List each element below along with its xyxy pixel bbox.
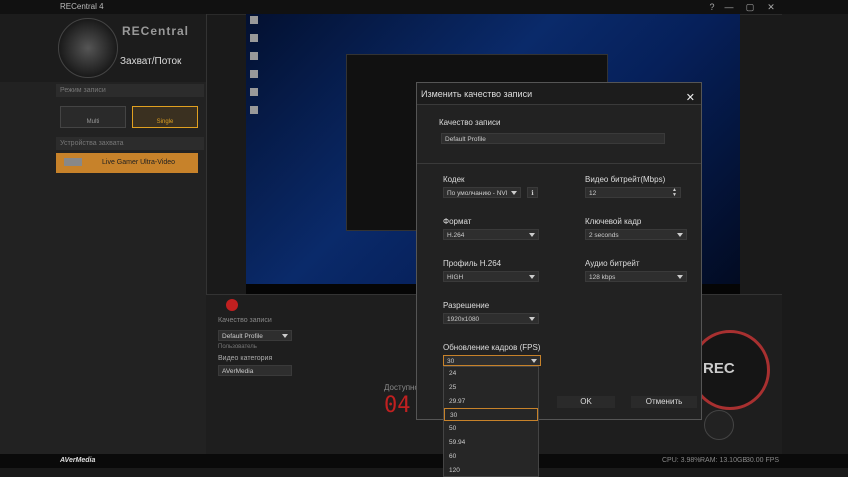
chevron-down-icon [531,359,537,363]
audio-bitrate-select-value: 128 kbps [589,274,616,281]
fps-option[interactable]: 120 [444,464,538,477]
maximize-button[interactable]: ▢ [743,1,757,13]
fps-option[interactable]: 60 [444,450,538,463]
chevron-down-icon [511,191,517,195]
dialog-close-icon[interactable]: ✕ [686,87,695,109]
desktop-icon [250,70,258,78]
help-button[interactable]: ? [705,1,719,13]
format-label: Формат [443,217,472,226]
fps-option[interactable]: 29.97 [444,395,538,408]
sidebar: RECentral Захват/Поток Режим записи Mult… [0,14,207,454]
close-button[interactable]: ✕ [764,1,778,13]
fps-dropdown-list: 24 25 29.97 30 50 59.94 60 120 [443,366,539,477]
codec-select[interactable]: По умолчанию - NVI [443,187,521,198]
avermedia-logo: AVerMedia [60,457,96,464]
record-mode-header: Режим записи [56,84,204,97]
desktop-icon [250,34,258,42]
device-name: Live Gamer Ultra-Video [102,159,176,166]
format-select[interactable]: H.264 [443,229,539,240]
fps-select[interactable]: 30 [443,355,541,366]
fps-status: 30.00 FPS [746,457,780,464]
quality-select-value: Default Profile [222,333,263,340]
device-icon [64,158,82,167]
resolution-select-value: 1920x1080 [447,316,480,323]
dialog-title-bar: Изменить качество записи ✕ [417,83,701,105]
info-icon[interactable]: ℹ [527,187,538,198]
fps-option[interactable]: 24 [444,367,538,380]
cancel-button[interactable]: Отменить [631,396,697,408]
chevron-down-icon [529,317,535,321]
desktop-icon [250,52,258,60]
profile-select-value: HIGH [447,274,464,281]
quality-label: Качество записи [218,317,272,324]
fps-label: Обновление кадров (FPS) [443,343,541,352]
record-dot-icon[interactable] [226,299,238,311]
device-item[interactable]: Live Gamer Ultra-Video [56,153,198,173]
fps-option[interactable]: 59.94 [444,436,538,449]
quality-select[interactable]: Default Profile [218,330,292,341]
cpu-status: CPU: 3.98% [662,457,701,464]
video-bitrate-label: Видео битрейт(Mbps) [585,175,666,184]
resolution-label: Разрешение [443,301,490,310]
video-bitrate-value: 12 [589,190,597,197]
logo-area: RECentral Захват/Поток [0,14,206,82]
user-label: Пользователь [218,344,257,350]
format-select-value: H.264 [447,232,465,239]
keyframe-label: Ключевой кадр [585,217,642,226]
codec-select-value: По умолчанию - NVI [447,190,508,197]
chevron-down-icon [282,334,288,338]
mode-multi-button[interactable]: Multi [60,106,126,128]
profile-label: Профиль H.264 [443,259,502,268]
desktop-icon [250,88,258,96]
status-bar: AVerMedia CPU: 3.98% RAM: 13.10GB 30.00 … [0,454,848,468]
category-select[interactable]: AVerMedia [218,365,292,376]
dlg-quality-label: Качество записи [439,118,501,127]
ok-button[interactable]: OK [557,396,615,408]
video-bitrate-stepper[interactable]: 12 ▲ ▼ [585,187,681,198]
fps-option[interactable]: 50 [444,422,538,435]
chevron-down-icon [677,275,683,279]
stepper-icon[interactable]: ▲ ▼ [672,188,677,198]
audio-bitrate-label: Аудио битрейт [585,259,640,268]
resolution-select[interactable]: 1920x1080 [443,313,539,324]
fps-option-selected[interactable]: 30 [444,408,538,421]
devices-header: Устройства захвата [56,137,204,150]
brand-logo: RECentral [122,24,190,38]
video-category-label: Видео категория [218,355,273,362]
window-title: RECentral 4 [60,2,104,11]
title-bar: RECentral 4 ? — ▢ ✕ [0,0,848,15]
mode-label[interactable]: Захват/Поток [120,56,181,67]
ram-status: RAM: 13.10GB [700,457,748,464]
keyframe-select[interactable]: 2 seconds [585,229,687,240]
right-panel [782,14,848,454]
desktop-icon [250,16,258,24]
fps-select-value: 30 [447,358,455,365]
rec-label: REC [703,360,735,377]
dialog-title: Изменить качество записи [421,89,533,99]
profile-select[interactable]: HIGH [443,271,539,282]
keyframe-select-value: 2 seconds [589,232,619,239]
chevron-down-icon [677,233,683,237]
audio-bitrate-select[interactable]: 128 kbps [585,271,687,282]
disc-logo-icon [58,18,118,78]
chevron-down-icon [529,275,535,279]
dlg-quality-input[interactable]: Default Profile [441,133,665,144]
divider [417,163,701,164]
desktop-icon [250,106,258,114]
time-counter: 04 [384,393,411,418]
minimize-button[interactable]: — [722,1,736,13]
mode-single-button[interactable]: Single [132,106,198,128]
camera-snapshot-icon[interactable] [704,410,734,440]
chevron-down-icon [529,233,535,237]
available-label: Доступно [384,383,419,392]
codec-label: Кодек [443,175,465,184]
fps-option[interactable]: 25 [444,381,538,394]
